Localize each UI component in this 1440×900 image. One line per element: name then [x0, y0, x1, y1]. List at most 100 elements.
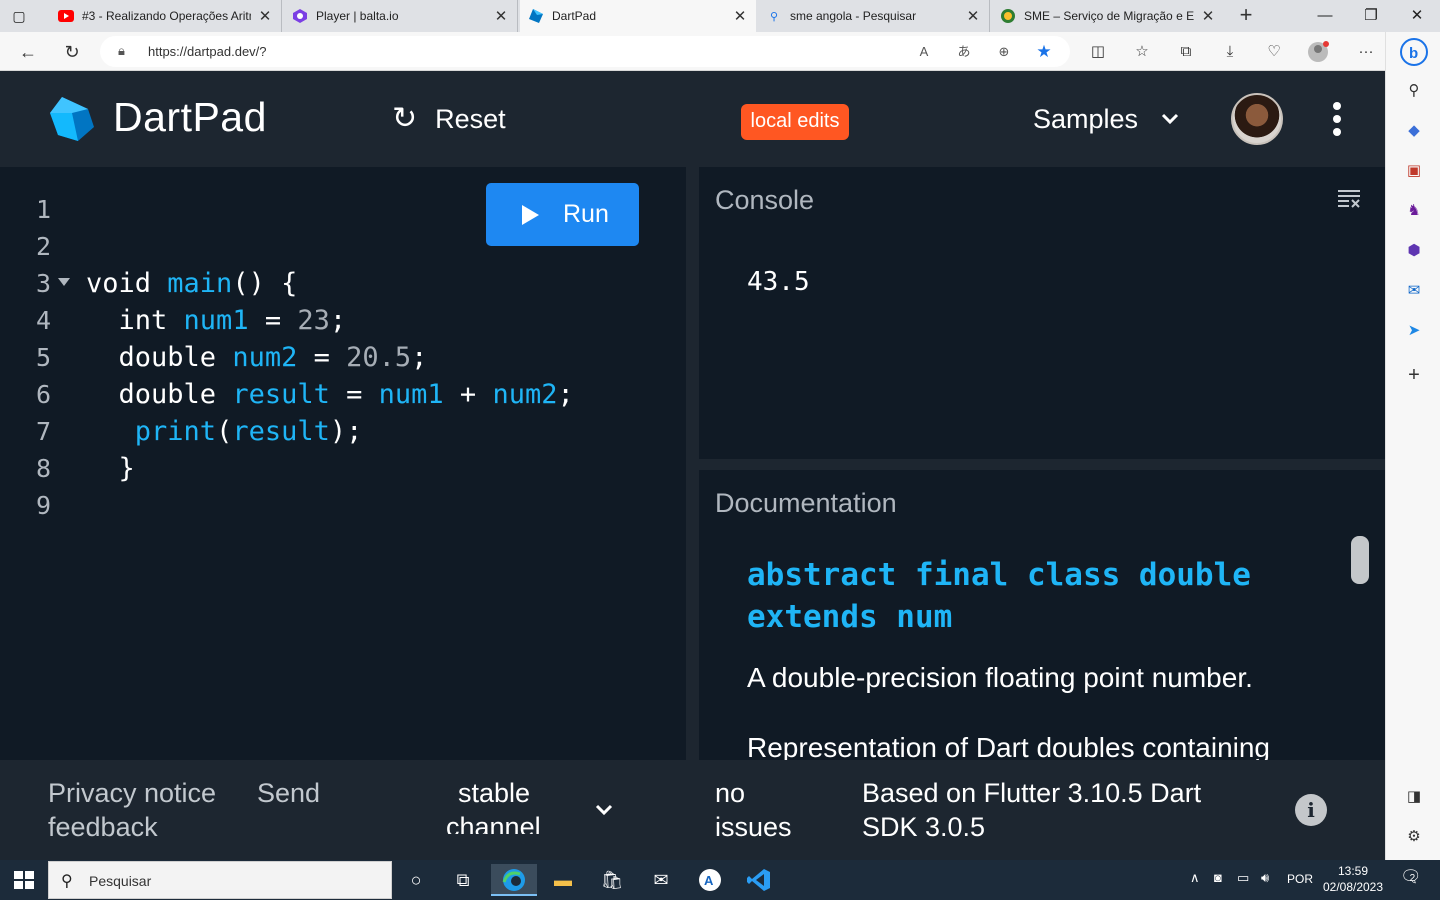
translate-icon[interactable]: あ: [954, 42, 974, 62]
windows-start-icon[interactable]: [14, 871, 34, 889]
minimize-button[interactable]: —: [1302, 0, 1348, 32]
code-line[interactable]: }: [86, 454, 574, 491]
language-indicator[interactable]: POR: [1287, 872, 1313, 886]
send-feedback-link-continued[interactable]: feedback: [48, 810, 158, 844]
show-hidden-icons-icon[interactable]: ∧: [1190, 870, 1200, 886]
add-sidebar-app-icon[interactable]: +: [1403, 364, 1425, 386]
close-tab-icon[interactable]: ✕: [732, 7, 748, 25]
code-token: print: [134, 416, 217, 447]
send-feedback-link[interactable]: Send: [257, 776, 320, 810]
file-explorer-icon[interactable]: ▬: [540, 864, 586, 896]
browser-essentials-icon[interactable]: ♡: [1263, 41, 1285, 63]
restore-button[interactable]: ❐: [1348, 0, 1394, 32]
close-tab-icon[interactable]: ✕: [1200, 7, 1216, 25]
run-button[interactable]: Run: [486, 183, 639, 246]
line-number: 8: [36, 454, 52, 483]
browser-tab-strip: ▢ #3 - Realizando Operações Aritméticas …: [0, 0, 1440, 32]
new-tab-button[interactable]: +: [1235, 2, 1257, 28]
tools-icon[interactable]: ▣: [1403, 160, 1425, 182]
more-vert-icon[interactable]: [1327, 101, 1347, 137]
task-view-icon[interactable]: ⧉: [440, 864, 486, 896]
clock-date: 02/08/2023: [1322, 880, 1384, 894]
tab-dartpad[interactable]: DartPad ✕: [520, 0, 756, 32]
favorites-icon[interactable]: ☆: [1131, 41, 1153, 63]
profile-icon[interactable]: [1307, 41, 1329, 63]
line-number-gutter: 1 2 3 4 5 6 7 8 9: [0, 195, 80, 528]
channel-selector-label-continued[interactable]: channel: [446, 810, 541, 834]
vertical-splitter[interactable]: [686, 167, 699, 760]
horizontal-splitter[interactable]: [699, 459, 1385, 470]
play-icon: [522, 204, 539, 225]
vscode-icon[interactable]: [736, 864, 782, 896]
reset-button[interactable]: ↻ Reset: [392, 101, 506, 137]
code-line[interactable]: print(result);: [86, 417, 574, 454]
edge-taskbar-icon[interactable]: [491, 864, 537, 896]
split-screen-icon[interactable]: ◫: [1087, 41, 1109, 63]
fold-arrow-icon[interactable]: [58, 278, 70, 286]
downloads-icon[interactable]: ⤓: [1219, 41, 1241, 63]
close-tab-icon[interactable]: ✕: [493, 7, 509, 25]
channel-selector-label[interactable]: stable: [458, 776, 530, 810]
code-editor[interactable]: 1 2 3 4 5 6 7 8 9 void main() { int num1…: [0, 167, 686, 760]
address-bar[interactable]: 🔒︎ https://dartpad.dev/? A あ ⊕ ★: [100, 36, 1070, 67]
issues-status: no: [715, 778, 746, 808]
avatar[interactable]: [1231, 93, 1283, 145]
info-icon[interactable]: i: [1295, 794, 1327, 826]
taskbar-search-input[interactable]: ⚲ Pesquisar: [48, 861, 392, 899]
drop-icon[interactable]: ➤: [1403, 320, 1425, 342]
code-token: (: [216, 416, 233, 447]
close-tab-icon[interactable]: ✕: [965, 7, 981, 25]
code-token: );: [329, 416, 363, 447]
cortana-icon[interactable]: ○: [393, 864, 439, 896]
office-icon[interactable]: ⬢: [1403, 240, 1425, 262]
more-menu-icon[interactable]: ···: [1355, 41, 1377, 63]
code-line[interactable]: double result = num1 + num2;: [86, 380, 574, 417]
code-line[interactable]: int num1 = 23;: [86, 306, 574, 343]
network-icon[interactable]: ▭: [1237, 870, 1249, 886]
collections-icon[interactable]: ⧉: [1175, 41, 1197, 63]
line-number: 4: [36, 306, 52, 335]
close-tab-icon[interactable]: ✕: [257, 7, 273, 25]
shopping-icon[interactable]: ◆: [1403, 120, 1425, 142]
tab-bing-search[interactable]: ⚲ sme angola - Pesquisar ✕: [758, 0, 990, 32]
close-window-button[interactable]: ✕: [1394, 0, 1440, 32]
store-icon[interactable]: 🛍︎: [589, 864, 635, 896]
url-text[interactable]: https://dartpad.dev/?: [148, 44, 267, 59]
chevron-down-icon[interactable]: [594, 800, 614, 820]
clear-console-icon[interactable]: [1337, 189, 1361, 209]
lock-icon[interactable]: 🔒︎: [118, 43, 125, 59]
code-line[interactable]: [86, 491, 574, 528]
code-token: }: [86, 453, 135, 484]
tab-sme[interactable]: SME – Serviço de Migração e Estrangeiros…: [992, 0, 1224, 32]
console-panel: Console 43.5: [699, 167, 1385, 459]
back-button[interactable]: ←: [15, 39, 41, 65]
tab-actions-icon[interactable]: ▢: [8, 6, 30, 26]
search-icon[interactable]: ⚲: [1403, 80, 1425, 102]
tab-youtube[interactable]: #3 - Realizando Operações Aritméticas ✕: [50, 0, 282, 32]
code-line[interactable]: void main() {: [86, 269, 574, 306]
system-clock[interactable]: 13:59 02/08/2023: [1318, 863, 1388, 895]
meet-now-icon[interactable]: ◙: [1214, 870, 1222, 885]
mail-icon[interactable]: ✉: [638, 864, 684, 896]
volume-icon[interactable]: 🔊︎: [1261, 870, 1269, 886]
refresh-button[interactable]: ↻: [59, 39, 85, 65]
zoom-icon[interactable]: ⊕: [994, 42, 1014, 62]
app-taskbar-icon[interactable]: A: [687, 864, 733, 896]
line-number: 1: [36, 195, 52, 224]
notifications-icon[interactable]: 🗨︎2: [1400, 867, 1427, 887]
code-line[interactable]: double num2 = 20.5;: [86, 343, 574, 380]
browser-toolbar: ← ↻ 🔒︎ https://dartpad.dev/? A あ ⊕ ★ ◫ ☆…: [0, 32, 1440, 71]
tab-balta[interactable]: Player | balta.io ✕: [284, 0, 518, 32]
samples-dropdown[interactable]: Samples: [1033, 101, 1180, 137]
hide-sidebar-icon[interactable]: ◨: [1403, 786, 1425, 808]
outlook-icon[interactable]: ✉: [1403, 280, 1425, 302]
sidebar-settings-icon[interactable]: ⚙: [1403, 826, 1425, 848]
bing-chat-icon[interactable]: b: [1400, 38, 1428, 66]
games-icon[interactable]: ♞: [1403, 200, 1425, 222]
scrollbar-thumb[interactable]: [1351, 536, 1369, 584]
read-aloud-icon[interactable]: A: [914, 42, 934, 62]
code-token: result: [232, 379, 330, 410]
privacy-notice-link[interactable]: Privacy notice: [48, 776, 216, 810]
favorite-star-icon[interactable]: ★: [1034, 42, 1054, 62]
